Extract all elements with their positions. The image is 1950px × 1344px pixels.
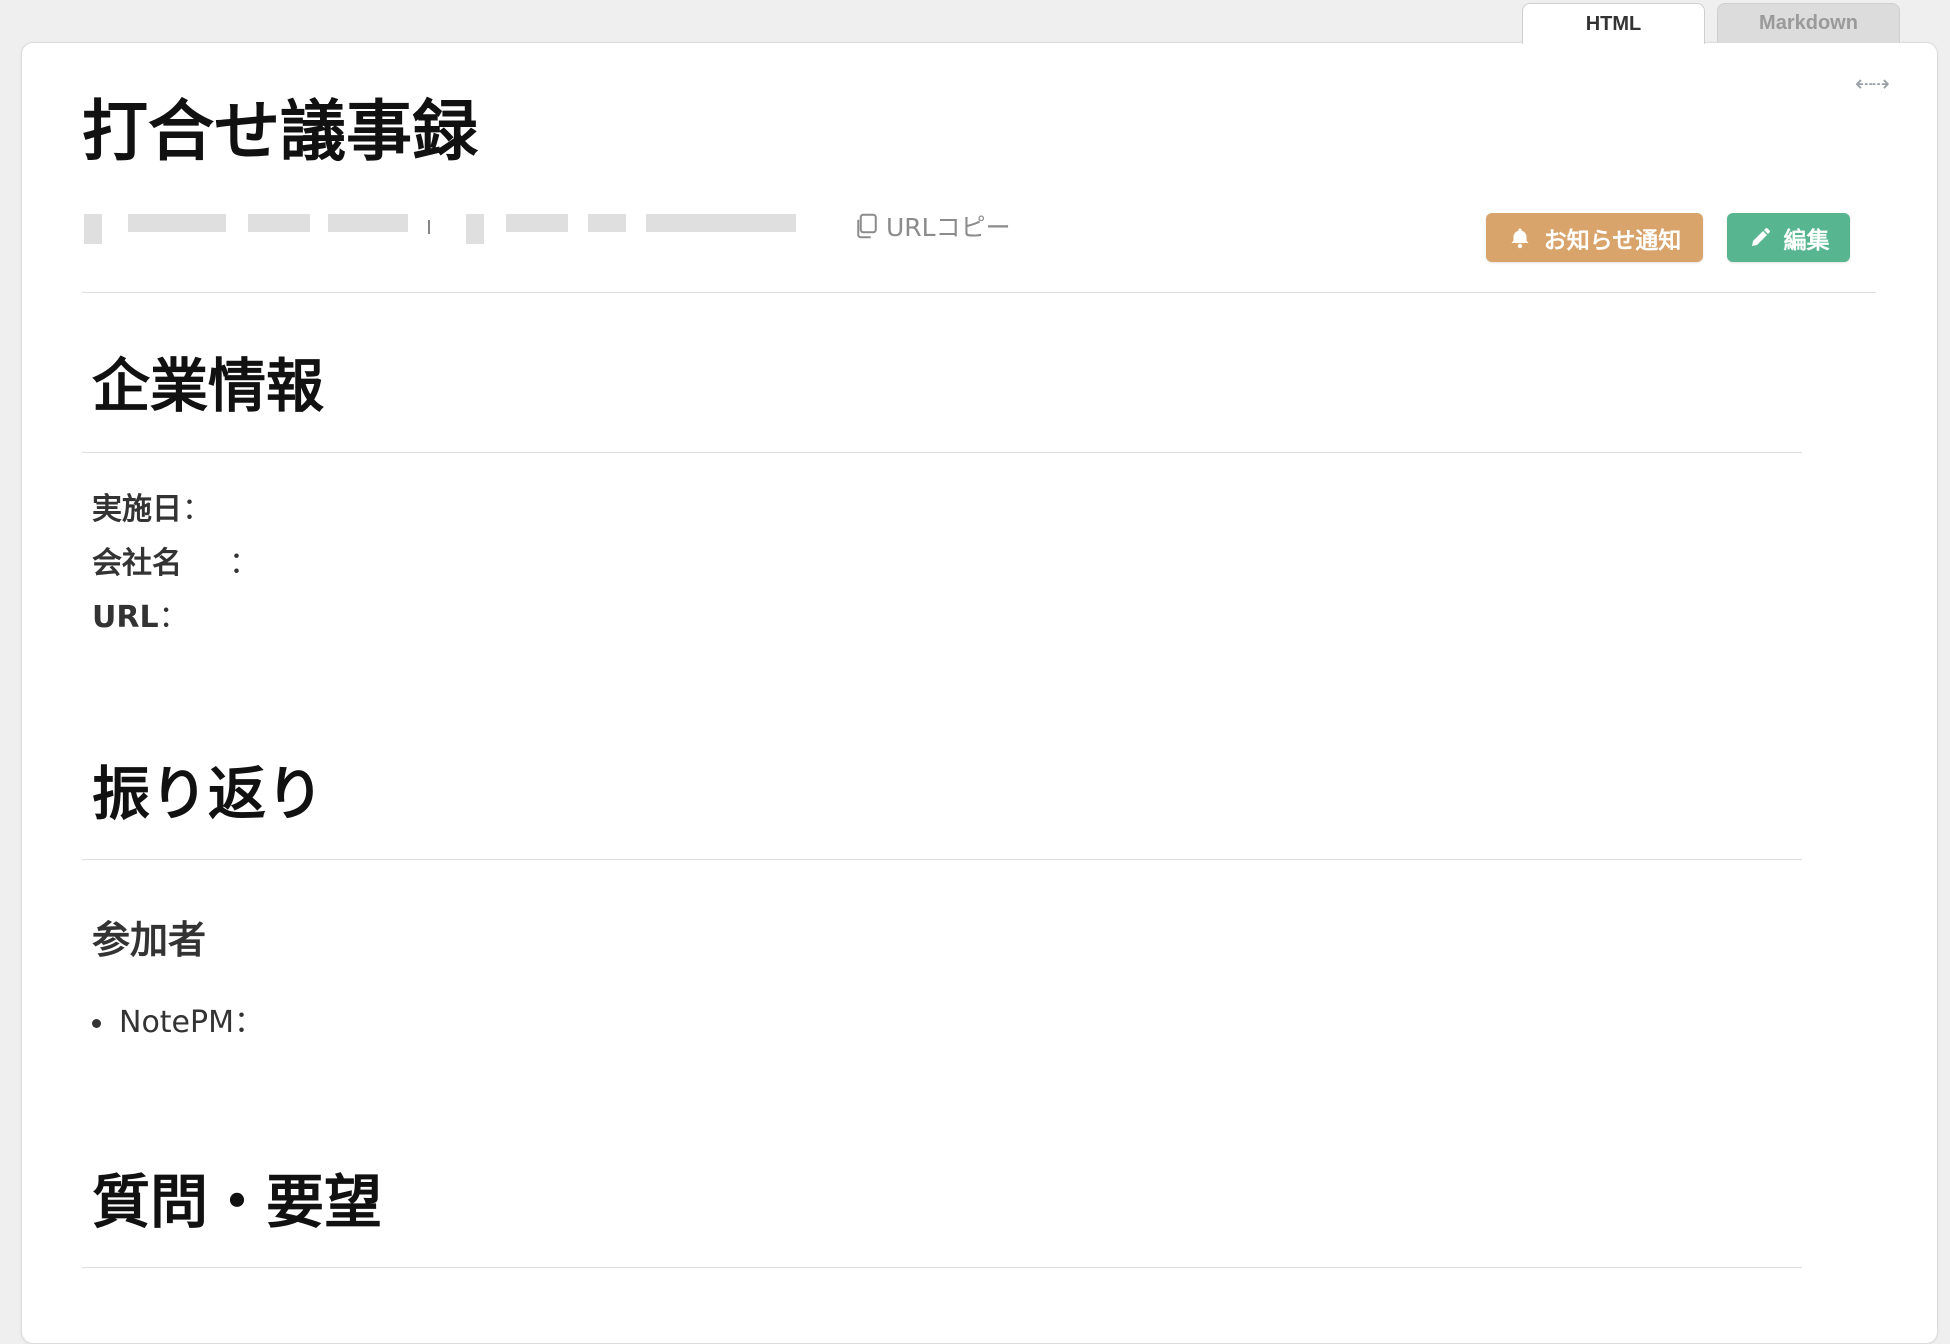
tab-markdown[interactable]: Markdown — [1717, 3, 1900, 43]
review-divider — [82, 859, 1802, 860]
field-company-separator: ： — [229, 546, 259, 581]
pencil-icon — [1751, 227, 1770, 246]
field-url-separator: ： — [158, 600, 189, 635]
tab-html-label: HTML — [1585, 12, 1642, 35]
copy-url-label: URLコピー — [886, 213, 1011, 242]
list-item: NotePM： — [92, 1005, 264, 1041]
field-company-label: 会社名 — [92, 546, 182, 581]
view-tabs: HTML Markdown — [1522, 3, 1900, 44]
questions-divider — [82, 1267, 1802, 1268]
tab-markdown-label: Markdown — [1759, 12, 1858, 34]
field-date-label: 実施日 — [92, 492, 182, 527]
heading-company-info: 企業情報 — [92, 352, 325, 420]
notify-button[interactable]: お知らせ通知 — [1486, 213, 1703, 262]
copy-icon — [857, 213, 877, 239]
field-date-separator: ： — [182, 492, 212, 527]
bullet-icon — [92, 1018, 101, 1028]
bell-icon — [1511, 228, 1529, 248]
participant-list: NotePM： — [92, 1005, 264, 1041]
edit-label: 編集 — [1783, 227, 1830, 254]
field-url: URL ： — [92, 600, 189, 636]
copy-url-button[interactable]: URLコピー — [852, 208, 1011, 244]
participant-label: NotePM： — [119, 1005, 264, 1040]
company-divider — [82, 452, 1802, 453]
field-date: 実施日 ： — [92, 492, 212, 528]
field-url-label: URL — [92, 600, 159, 635]
heading-review: 振り返り — [92, 760, 325, 828]
expand-horizontal-icon[interactable]: ⇠⇢ — [1855, 72, 1890, 97]
tab-html[interactable]: HTML — [1522, 3, 1705, 44]
notify-label: お知らせ通知 — [1543, 227, 1682, 254]
heading-participants: 参加者 — [92, 918, 207, 962]
page-title: 打合せ議事録 — [82, 93, 478, 170]
heading-questions: 質問・要望 — [92, 1168, 383, 1236]
edit-button[interactable]: 編集 — [1727, 213, 1850, 262]
title-divider — [82, 292, 1876, 293]
author-date-meta — [84, 210, 814, 250]
field-company: 会社名 ： — [92, 546, 259, 582]
